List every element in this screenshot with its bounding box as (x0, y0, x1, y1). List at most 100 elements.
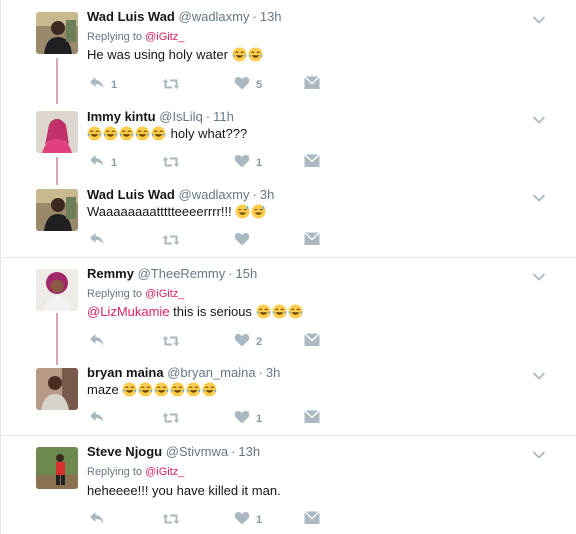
retweet-button[interactable] (162, 410, 202, 426)
avatar[interactable] (36, 269, 78, 311)
like-button[interactable]: 1 (234, 154, 274, 170)
retweet-button[interactable] (162, 154, 202, 170)
joy-emoji-icon (272, 304, 287, 319)
direct-message-button[interactable] (304, 232, 324, 248)
like-count: 1 (256, 413, 263, 425)
joy-emoji-icon (256, 304, 271, 319)
username[interactable]: @wadlaxmy (179, 9, 250, 24)
reply-button[interactable] (89, 511, 129, 527)
timestamp[interactable]: 13h (238, 444, 260, 459)
like-button[interactable]: 2 (234, 333, 274, 349)
reply-button[interactable]: 1 (89, 76, 129, 92)
retweet-button[interactable] (162, 76, 202, 92)
thread-divider (2, 257, 576, 258)
tweet-text: Waaaaaaaattttteeeerrrr!!! (87, 204, 267, 219)
joy-emoji-icon (103, 126, 118, 141)
tweet-header: Immy kintu @IsLilq · 11h (87, 109, 234, 124)
reply-context: Replying to @iGitz_ (87, 466, 184, 478)
like-button[interactable] (234, 232, 274, 248)
chevron-down-icon[interactable] (532, 112, 546, 122)
avatar[interactable] (36, 12, 78, 54)
username[interactable]: @TheeRemmy (138, 266, 226, 281)
joy-emoji-icon (232, 47, 247, 62)
display-name[interactable]: Remmy (87, 266, 134, 281)
reply-to-link[interactable]: @iGitz_ (145, 31, 184, 43)
retweet-button[interactable] (162, 511, 202, 527)
joy-emoji-icon (202, 382, 217, 397)
sweat-smile-emoji-icon (235, 204, 250, 219)
reply-prefix: Replying to (87, 288, 146, 300)
chevron-down-icon[interactable] (532, 447, 546, 457)
reply-button[interactable] (89, 232, 129, 248)
direct-message-button[interactable] (304, 76, 324, 92)
direct-message-button[interactable] (304, 154, 324, 170)
chevron-down-icon[interactable] (532, 190, 546, 200)
joy-emoji-icon (288, 304, 303, 319)
joy-emoji-icon (87, 126, 102, 141)
timestamp[interactable]: 3h (260, 187, 274, 202)
reply-count: 1 (111, 157, 118, 169)
display-name[interactable]: Wad Luis Wad (87, 9, 175, 24)
tweet-text: heheeee!!! you have killed it man. (87, 483, 281, 498)
joy-emoji-icon (151, 126, 166, 141)
mention-link[interactable]: @LizMukamie (87, 304, 170, 319)
thread-line (56, 157, 58, 185)
avatar[interactable] (36, 368, 78, 410)
reply-button[interactable]: 1 (89, 154, 129, 170)
like-button[interactable]: 5 (234, 76, 274, 92)
display-name[interactable]: Immy kintu (87, 109, 156, 124)
tweet-header: Remmy @TheeRemmy · 15h (87, 266, 258, 281)
like-count: 5 (256, 79, 263, 91)
tweet-text: maze (87, 382, 218, 397)
like-button[interactable]: 1 (234, 410, 274, 426)
reply-count: 1 (111, 79, 118, 91)
sweat-smile-emoji-icon (251, 204, 266, 219)
direct-message-button[interactable] (304, 511, 324, 527)
joy-emoji-icon (119, 126, 134, 141)
display-name[interactable]: Wad Luis Wad (87, 187, 175, 202)
chevron-down-icon[interactable] (532, 368, 546, 378)
chevron-down-icon[interactable] (532, 269, 546, 279)
username[interactable]: @IsLilq (159, 109, 203, 124)
reply-to-link[interactable]: @iGitz_ (145, 466, 184, 478)
reply-button[interactable] (89, 333, 129, 349)
tweet-header: Wad Luis Wad @wadlaxmy · 3h (87, 187, 275, 202)
reply-button[interactable] (89, 410, 129, 426)
thread-line (56, 58, 58, 104)
timestamp[interactable]: 13h (260, 9, 282, 24)
timestamp[interactable]: 11h (213, 109, 234, 124)
tweet-text-body: this is serious (169, 304, 256, 319)
direct-message-button[interactable] (304, 410, 324, 426)
direct-message-button[interactable] (304, 333, 324, 349)
joy-emoji-icon (248, 47, 263, 62)
username[interactable]: @wadlaxmy (179, 187, 250, 202)
display-name[interactable]: Steve Njogu (87, 444, 162, 459)
chevron-down-icon[interactable] (532, 12, 546, 22)
username[interactable]: @Stivmwa (166, 444, 228, 459)
conversation-panel: Wad Luis Wad @wadlaxmy · 13h Replying to @… (0, 0, 576, 534)
reply-context: Replying to @iGitz_ (87, 31, 184, 43)
retweet-button[interactable] (162, 333, 202, 349)
username[interactable]: @bryan_maina (167, 365, 255, 380)
joy-emoji-icon (186, 382, 201, 397)
joy-emoji-icon (170, 382, 185, 397)
tweet-header: bryan maina @bryan_maina · 3h (87, 365, 281, 380)
reply-to-link[interactable]: @iGitz_ (145, 288, 184, 300)
like-count: 1 (256, 514, 263, 526)
joy-emoji-icon (154, 382, 169, 397)
retweet-button[interactable] (162, 232, 202, 248)
like-count: 1 (256, 157, 263, 169)
tweet-text-body: He was using holy water (87, 47, 232, 62)
timestamp[interactable]: 3h (266, 365, 280, 380)
avatar[interactable] (36, 189, 78, 231)
joy-emoji-icon (135, 126, 150, 141)
tweet-header: Steve Njogu @Stivmwa · 13h (87, 444, 261, 459)
reply-prefix: Replying to (87, 466, 146, 478)
timestamp[interactable]: 15h (236, 266, 258, 281)
avatar[interactable] (36, 111, 78, 153)
display-name[interactable]: bryan maina (87, 365, 164, 380)
tweet-header: Wad Luis Wad @wadlaxmy · 13h (87, 9, 282, 24)
avatar[interactable] (36, 447, 78, 489)
reply-prefix: Replying to (87, 31, 146, 43)
like-button[interactable]: 1 (234, 511, 274, 527)
